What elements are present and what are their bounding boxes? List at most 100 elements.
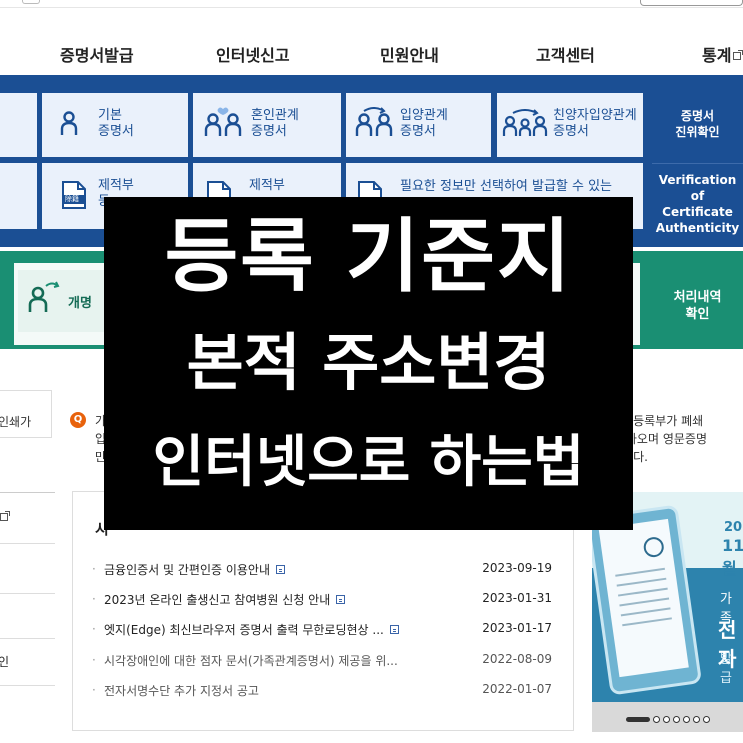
nav-item-civil-guide[interactable]: 민원안내 bbox=[380, 42, 439, 66]
external-link-icon bbox=[0, 511, 10, 521]
certificate-basic-line2: 증명서 bbox=[98, 124, 134, 139]
top-tab[interactable] bbox=[22, 0, 40, 4]
news-title: 전자서명수단 추가 지정서 공고 bbox=[104, 684, 259, 698]
document-badge: 除籍 bbox=[65, 195, 79, 203]
certificate-removed-line1: 제적부 bbox=[98, 178, 134, 193]
pagination-dot[interactable] bbox=[663, 716, 670, 723]
news-item[interactable]: · 2023년 온라인 출생신고 참여병원 신청 안내 2023-01-31 bbox=[92, 591, 562, 609]
doc-line bbox=[616, 577, 667, 587]
banner-issue: 발급 bbox=[720, 652, 732, 686]
nav-item-customer-center[interactable]: 고객센터 bbox=[536, 42, 595, 66]
pagination-dot[interactable] bbox=[703, 716, 710, 723]
certificate-adoption-line2: 증명서 bbox=[400, 124, 436, 139]
certificate-marriage-line2: 증명서 bbox=[251, 124, 287, 139]
left-list-divider bbox=[0, 638, 55, 639]
pagination-dot[interactable] bbox=[653, 716, 660, 723]
news-item[interactable]: · 전자서명수단 추가 지정서 공고 2022-01-07 bbox=[92, 682, 562, 700]
phone-screen bbox=[598, 518, 689, 678]
doc-line bbox=[619, 597, 670, 607]
news-title: 엣지(Edge) 최신브라우저 증명서 출력 무한로딩현상 ... bbox=[104, 623, 384, 637]
new-post-icon bbox=[389, 625, 399, 634]
green-panel-left bbox=[0, 251, 14, 349]
pagination-active[interactable] bbox=[626, 717, 650, 722]
left-list-divider bbox=[0, 593, 55, 594]
news-date: 2022-01-07 bbox=[482, 682, 552, 696]
doc-line bbox=[615, 567, 665, 577]
new-post-icon bbox=[336, 595, 346, 604]
certificate-adoption-line1: 입양관계 bbox=[400, 108, 448, 123]
news-date: 2023-01-31 bbox=[482, 591, 552, 605]
certificate-verification-label: 증명서 진위확인 bbox=[675, 109, 720, 139]
news-item[interactable]: · 엣지(Edge) 최신브라우저 증명서 출력 무한로딩현상 ... 2023… bbox=[92, 621, 562, 639]
rename-label: 개명 bbox=[68, 296, 92, 311]
certificate-tile-basic[interactable]: 기본 증명서 bbox=[42, 93, 188, 157]
certificate-selective-text: 필요한 정보만 선택하여 발급할 수 있는 bbox=[400, 179, 613, 194]
search-input[interactable] bbox=[640, 0, 743, 6]
left-list-item-1[interactable] bbox=[0, 511, 10, 525]
news-title: 금융인증서 및 간편인증 이용안내 bbox=[104, 563, 271, 577]
bullet: · bbox=[92, 562, 96, 576]
notice-left-text: 인쇄가 bbox=[0, 415, 32, 429]
certificate-tile-partial[interactable] bbox=[0, 93, 37, 157]
certificate-marriage-line1: 혼인관계 bbox=[251, 108, 299, 123]
bullet: · bbox=[92, 592, 96, 606]
certificate-verification-en-button[interactable]: Verification of Certificate Authenticity bbox=[652, 163, 743, 243]
processing-history-label: 처리내역 확인 bbox=[673, 290, 722, 322]
left-list-divider bbox=[0, 685, 55, 686]
document-icon: 除籍 bbox=[62, 181, 86, 209]
family-icon bbox=[501, 109, 549, 137]
news-date: 2023-01-17 bbox=[482, 621, 552, 635]
certificate-tile-marriage[interactable]: 혼인관계 증명서 bbox=[193, 93, 341, 157]
processing-history-button[interactable]: 처리내역 확인 bbox=[652, 263, 743, 349]
nav-item-statistics[interactable]: 통계 bbox=[702, 42, 743, 66]
bullet: · bbox=[92, 653, 96, 667]
certificate-verification-en-label: Verification of Certificate Authenticity bbox=[655, 172, 740, 235]
pagination-dot[interactable] bbox=[673, 716, 680, 723]
certificate-basic-line1: 기본 bbox=[98, 108, 122, 123]
top-utility-bar bbox=[0, 0, 743, 8]
certificate-tile-full-adoption[interactable]: 친양자입양관계 증명서 bbox=[497, 93, 643, 157]
rename-person-icon bbox=[28, 280, 62, 314]
news-title: 2023년 온라인 출생신고 참여병원 신청 안내 bbox=[104, 593, 331, 607]
bullet: · bbox=[92, 622, 96, 636]
seal-icon bbox=[642, 535, 666, 559]
doc-line bbox=[617, 587, 668, 597]
external-link-icon bbox=[733, 50, 743, 60]
banner-month: 11월 bbox=[722, 536, 743, 578]
person-icon bbox=[60, 111, 78, 137]
rename-tile[interactable]: 개명 bbox=[18, 270, 104, 332]
doc-line bbox=[622, 617, 672, 627]
banner-pagination[interactable] bbox=[626, 716, 710, 723]
nav-item-internet-report[interactable]: 인터넷신고 bbox=[216, 42, 290, 66]
banner-year: 202 bbox=[724, 520, 743, 535]
doc-line bbox=[620, 607, 671, 617]
certificate-verification-button[interactable]: 증명서 진위확인 bbox=[652, 87, 743, 161]
couple-icon bbox=[203, 107, 243, 137]
left-list-item-4[interactable]: 인 bbox=[0, 653, 9, 670]
news-date: 2022-08-09 bbox=[482, 652, 552, 666]
pagination-dot[interactable] bbox=[683, 716, 690, 723]
notice-left-box: 인쇄가 bbox=[0, 390, 52, 438]
certificate-removed2-line1: 제적부 bbox=[249, 178, 285, 193]
news-date: 2023-09-19 bbox=[482, 561, 552, 575]
question-icon: Q bbox=[70, 412, 86, 428]
certificate-tile-adoption[interactable]: 입양관계 증명서 bbox=[346, 93, 491, 157]
adoption-icon bbox=[354, 107, 394, 137]
nav-item-certificate-issue[interactable]: 증명서발급 bbox=[60, 42, 134, 66]
certificate-full-adoption-line2: 증명서 bbox=[553, 124, 589, 139]
certificate-full-adoption-line1: 친양자입양관계 bbox=[553, 108, 637, 123]
pagination-dot[interactable] bbox=[693, 716, 700, 723]
overlay-line-1: 등록 기준지 bbox=[164, 210, 573, 303]
left-quick-list: 인 bbox=[0, 492, 55, 713]
nav-item-statistics-label: 통계 bbox=[702, 46, 732, 65]
certificate-tile-partial-2[interactable] bbox=[0, 163, 37, 229]
bullet: · bbox=[92, 683, 96, 697]
news-title: 시각장애인에 대한 점자 문서(가족관계증명서) 제공을 위... bbox=[104, 654, 398, 668]
news-item[interactable]: · 금융인증서 및 간편인증 이용안내 2023-09-19 bbox=[92, 561, 562, 579]
left-list-divider bbox=[0, 543, 55, 544]
news-item[interactable]: · 시각장애인에 대한 점자 문서(가족관계증명서) 제공을 위... 2022… bbox=[92, 652, 562, 670]
title-overlay: 등록 기준지 본적 주소변경 인터넷으로 하는법 bbox=[104, 197, 633, 530]
new-post-icon bbox=[276, 565, 286, 574]
overlay-line-3: 인터넷으로 하는법 bbox=[152, 430, 585, 495]
overlay-line-2: 본적 주소변경 bbox=[186, 326, 551, 399]
